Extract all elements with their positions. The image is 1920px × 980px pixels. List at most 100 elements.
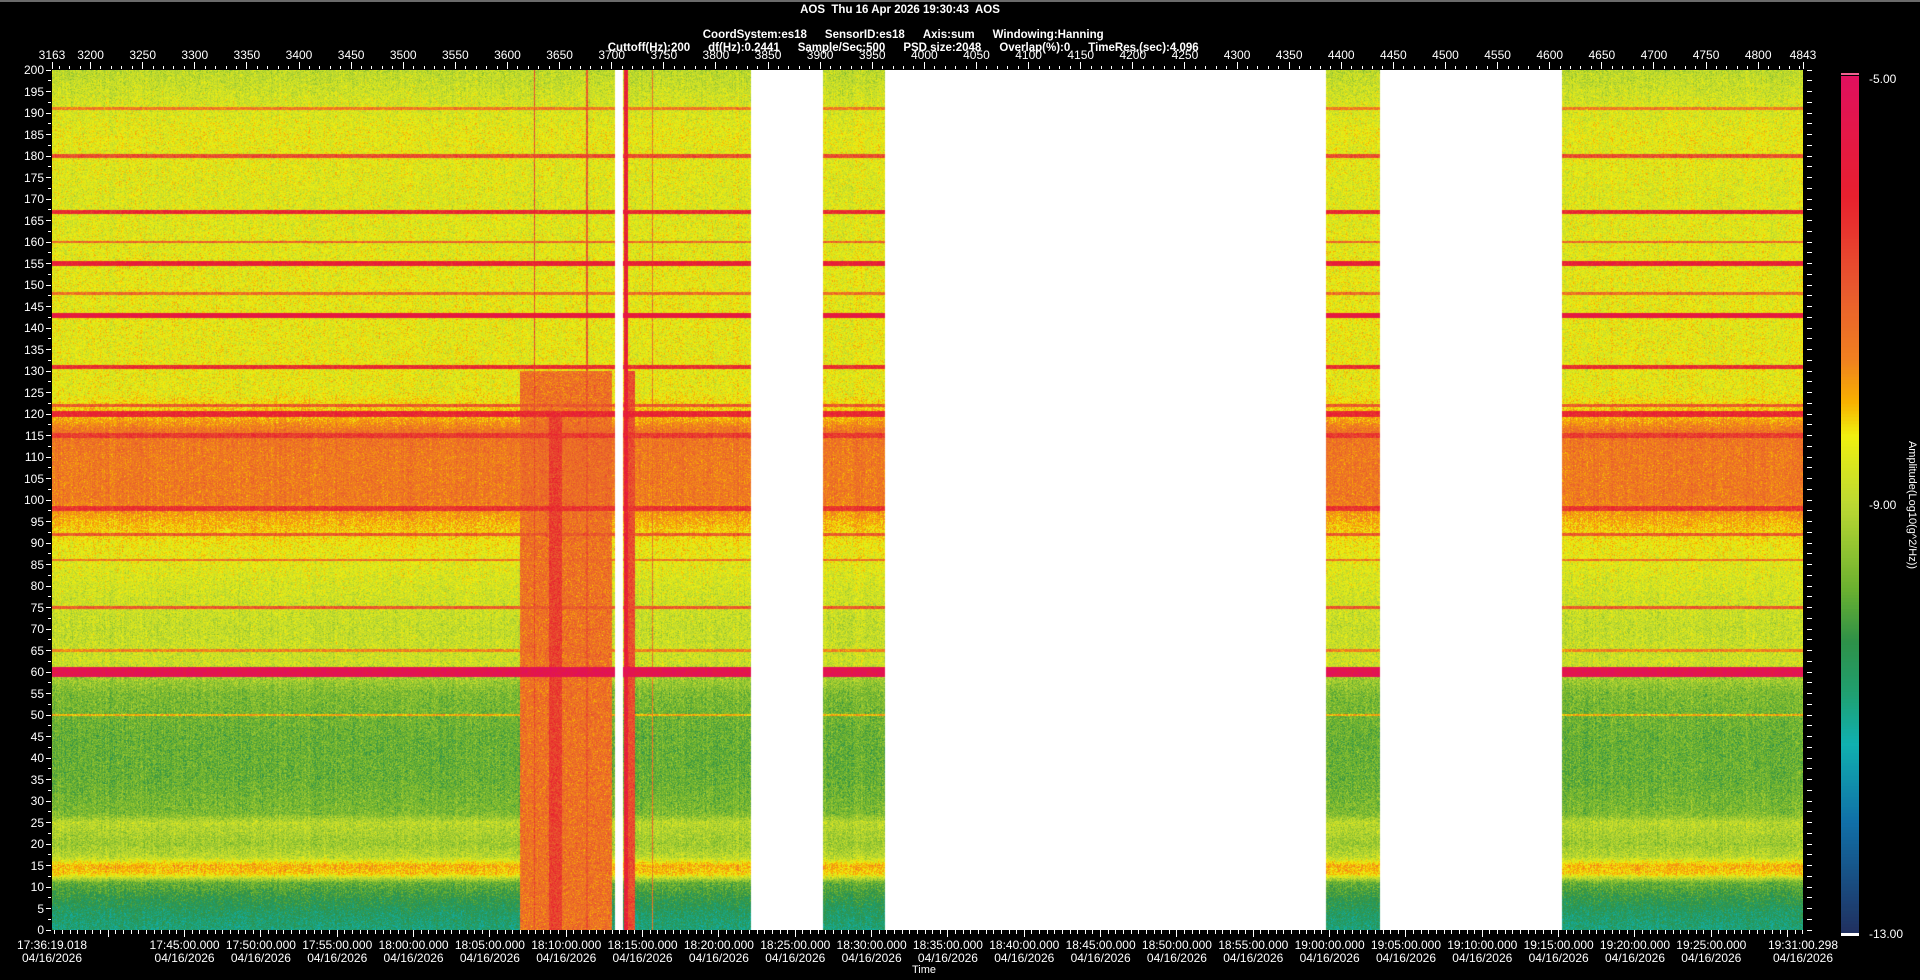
x-minor-tick xyxy=(1703,930,1705,934)
top-major-tick xyxy=(663,62,665,69)
y-tick-label: 200 xyxy=(23,63,44,77)
x-major-tick xyxy=(1100,930,1102,937)
x-minor-tick xyxy=(1428,930,1430,934)
top-tick-label: 4700 xyxy=(1640,48,1668,62)
date-tick-label: 04/16/2026 xyxy=(1604,951,1665,965)
y-tick-label: 40 xyxy=(30,751,44,765)
x-minor-tick xyxy=(527,930,529,934)
y-minor-tick xyxy=(48,596,51,598)
y-minor-tick xyxy=(48,252,51,254)
y-major-tick xyxy=(46,284,51,286)
time-tick-label: 18:50:00.000 xyxy=(1141,938,1212,952)
x-minor-tick xyxy=(344,930,346,934)
y-minor-tick xyxy=(48,832,51,834)
y-major-tick xyxy=(46,392,51,393)
top-minor-tick xyxy=(1017,66,1019,69)
top-minor-tick xyxy=(986,66,988,69)
top-minor-tick xyxy=(1695,66,1697,69)
colorbar-label: Amplitude(Log10(g^2/Hz)) xyxy=(1906,440,1918,570)
x-minor-tick xyxy=(245,930,247,934)
y-major-tick xyxy=(46,155,51,157)
top-tick-label: 4000 xyxy=(911,48,938,62)
y-tick-label: 70 xyxy=(30,622,44,636)
y-major-tick xyxy=(46,843,51,845)
x-minor-tick xyxy=(573,930,575,934)
x-minor-tick xyxy=(1191,930,1193,934)
top-minor-tick xyxy=(1455,66,1457,69)
top-minor-tick xyxy=(642,66,644,69)
top-minor-tick xyxy=(1747,66,1749,69)
y-right-tick xyxy=(1807,650,1812,651)
top-major-tick xyxy=(1288,62,1290,69)
top-minor-tick xyxy=(798,66,800,69)
top-minor-tick xyxy=(1246,66,1248,69)
spectrogram-plot[interactable] xyxy=(52,70,1803,930)
y-minor-tick xyxy=(48,768,51,770)
x-major-tick xyxy=(1329,930,1331,937)
x-minor-tick xyxy=(840,930,842,934)
top-major-tick xyxy=(1132,62,1134,69)
x-minor-tick xyxy=(962,930,964,934)
time-tick-label: 19:10:00.000 xyxy=(1447,938,1518,952)
y-right-tick xyxy=(1807,542,1812,544)
top-minor-tick xyxy=(100,66,102,69)
y-major-tick xyxy=(46,499,51,501)
date-tick-label: 04/16/2026 xyxy=(1223,951,1284,965)
y-right-tick xyxy=(1807,499,1812,501)
date-tick-label: 04/16/2026 xyxy=(536,951,597,965)
top-minor-tick xyxy=(1768,66,1770,69)
top-major-tick xyxy=(1028,62,1030,69)
y-minor-tick xyxy=(48,897,51,899)
x-minor-tick xyxy=(161,930,163,934)
x-minor-tick xyxy=(275,930,277,934)
x-minor-tick xyxy=(1046,930,1048,934)
y-right-minor-tick xyxy=(1807,381,1812,383)
y-minor-tick xyxy=(48,338,51,340)
x-minor-tick xyxy=(1771,930,1773,934)
top-minor-tick xyxy=(1194,66,1196,69)
x-minor-tick xyxy=(1542,930,1544,934)
y-tick-label: 155 xyxy=(23,256,44,271)
top-minor-tick xyxy=(934,66,936,69)
top-minor-tick xyxy=(1111,66,1113,69)
x-minor-tick xyxy=(504,930,506,934)
top-minor-tick xyxy=(1121,66,1123,69)
x-minor-tick xyxy=(634,930,636,934)
y-major-tick xyxy=(46,564,51,565)
top-major-tick xyxy=(1497,62,1499,69)
date-tick-label: 04/16/2026 xyxy=(994,951,1055,965)
x-minor-tick xyxy=(733,930,735,934)
x-minor-tick xyxy=(1260,930,1262,934)
colorbar-tick-min: -13.00 xyxy=(1869,927,1904,941)
top-major-tick xyxy=(767,62,769,69)
top-major-tick xyxy=(1549,62,1551,69)
y-tick-label: 75 xyxy=(30,600,44,615)
y-minor-tick xyxy=(48,187,51,189)
x-major-tick xyxy=(871,930,873,937)
x-minor-tick xyxy=(878,930,880,934)
top-tick-label: 4150 xyxy=(1067,48,1095,62)
y-right-minor-tick xyxy=(1807,768,1812,770)
x-minor-tick xyxy=(581,930,583,934)
top-tick-label: 4200 xyxy=(1119,48,1147,62)
y-minor-tick xyxy=(48,467,51,469)
x-minor-tick xyxy=(672,930,674,934)
x-minor-tick xyxy=(1672,930,1674,934)
top-tick-label: 3350 xyxy=(233,48,261,62)
top-minor-tick xyxy=(955,66,957,69)
top-minor-tick xyxy=(1559,66,1561,69)
top-minor-tick xyxy=(1319,66,1321,69)
x-minor-tick xyxy=(1733,930,1735,934)
top-tick-label: 3600 xyxy=(494,48,521,62)
top-major-tick xyxy=(1184,62,1186,69)
x-major-tick xyxy=(1252,930,1254,937)
x-minor-tick xyxy=(359,930,361,934)
y-tick-label: 50 xyxy=(30,708,44,722)
top-minor-tick xyxy=(1715,66,1717,69)
top-minor-tick xyxy=(840,66,842,69)
top-tick-label: 3163 xyxy=(38,48,66,62)
x-minor-tick xyxy=(619,930,621,934)
x-minor-tick xyxy=(916,930,918,934)
top-minor-tick xyxy=(1424,66,1426,69)
time-tick-label: 18:45:00.000 xyxy=(1065,938,1136,952)
